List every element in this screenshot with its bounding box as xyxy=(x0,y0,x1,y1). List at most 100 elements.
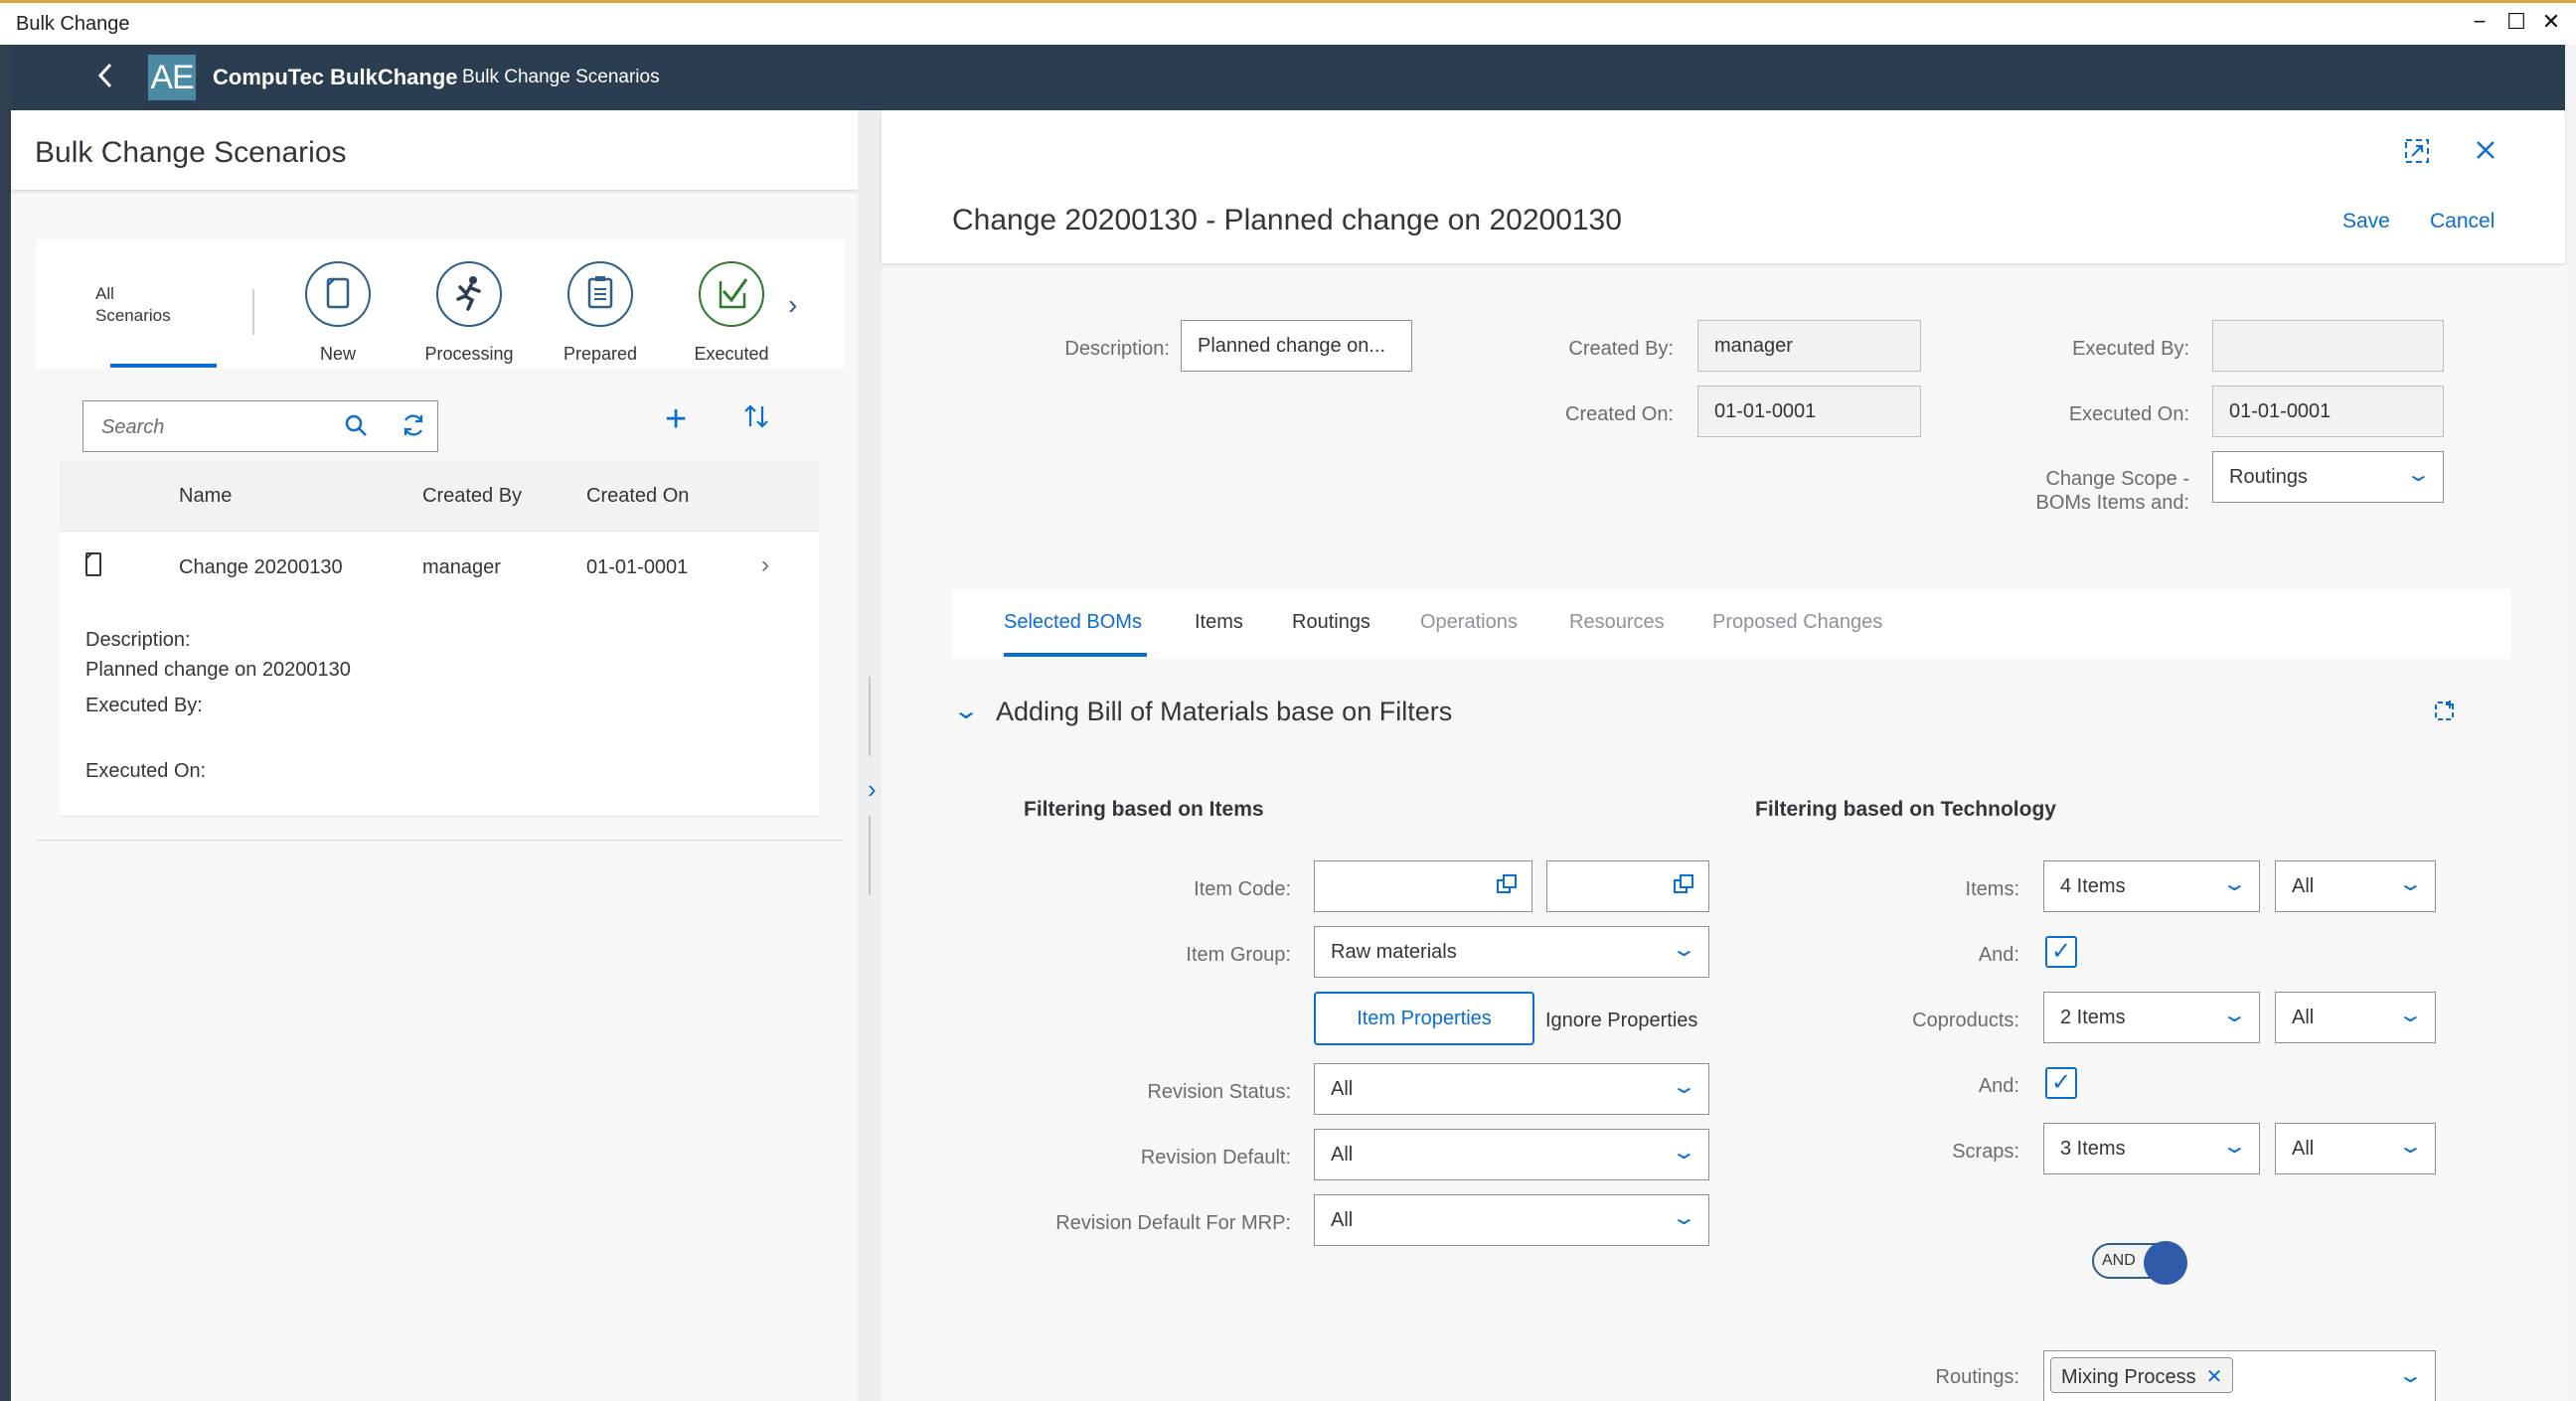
value-help-icon[interactable] xyxy=(1673,873,1694,901)
new-filter-icon[interactable] xyxy=(305,261,371,327)
tab-bar: Selected BOMs Items Routings Operations … xyxy=(952,589,2510,659)
value-help-icon[interactable] xyxy=(1496,873,1518,901)
row-executed-by-label: Executed By: xyxy=(85,695,203,716)
processing-filter-icon[interactable] xyxy=(436,261,502,327)
coproducts-mode-select[interactable]: All ⌄ xyxy=(2275,992,2436,1043)
switch-knob xyxy=(2144,1241,2187,1285)
scraps-select[interactable]: 3 Items ⌄ xyxy=(2043,1123,2260,1174)
master-title: Bulk Change Scenarios xyxy=(35,136,347,169)
routings-label: Routings: xyxy=(1935,1366,2020,1388)
revision-default-mrp-value: All xyxy=(1331,1209,1354,1231)
cancel-button[interactable]: Cancel xyxy=(2430,210,2495,234)
revision-default-mrp-label: Revision Default For MRP: xyxy=(1055,1212,1291,1234)
save-button[interactable]: Save xyxy=(2342,210,2390,234)
item-group-select[interactable]: Raw materials ⌄ xyxy=(1314,926,1709,978)
chevron-down-icon: ⌄ xyxy=(1671,1142,1698,1164)
tab-proposed-changes[interactable]: Proposed Changes xyxy=(1712,611,1882,634)
item-group-value: Raw materials xyxy=(1331,941,1457,963)
executed-on-field: 01-01-0001 xyxy=(2212,386,2444,437)
table-row[interactable]: Change 20200130 manager 01-01-0001 › Des… xyxy=(60,532,819,817)
prepared-filter-icon[interactable] xyxy=(567,261,633,327)
chevron-down-icon: ⌄ xyxy=(2221,1136,2249,1158)
split-divider[interactable]: › xyxy=(858,110,882,1401)
routings-multiselect[interactable]: Mixing Process ✕ ⌄ xyxy=(2043,1350,2436,1401)
collapse-chevron-icon[interactable]: ⌄ xyxy=(952,697,980,725)
revision-status-select[interactable]: All ⌄ xyxy=(1314,1063,1709,1115)
revision-default-mrp-select[interactable]: All ⌄ xyxy=(1314,1194,1709,1246)
description-label: Description: xyxy=(1064,338,1170,360)
add-icon[interactable]: + xyxy=(665,398,687,441)
chevron-down-icon: ⌄ xyxy=(2221,1005,2249,1026)
detail-pane: Change 20200130 - Planned change on 2020… xyxy=(882,110,2565,1401)
tech-items-mode-select[interactable]: All ⌄ xyxy=(2275,860,2436,912)
description-field[interactable]: Planned change on... xyxy=(1181,320,1412,372)
fullscreen-icon[interactable] xyxy=(2402,136,2432,174)
revision-default-label: Revision Default: xyxy=(1140,1147,1291,1168)
tech-items-select[interactable]: 4 Items ⌄ xyxy=(2043,860,2260,912)
filter-new-label: New xyxy=(319,344,356,364)
minimize-button[interactable]: − xyxy=(2465,9,2495,35)
executed-filter-icon[interactable] xyxy=(699,261,764,327)
item-code-to-input[interactable] xyxy=(1546,860,1709,912)
item-properties-button[interactable]: Item Properties xyxy=(1314,992,1534,1045)
and-checkbox-1[interactable]: ✓ xyxy=(2045,936,2077,968)
filter-all-scenarios[interactable]: All Scenarios xyxy=(95,283,171,327)
row-description-label: Description: xyxy=(85,629,191,651)
chevron-right-icon[interactable]: › xyxy=(788,289,797,321)
coproducts-value: 2 Items xyxy=(2060,1007,2126,1028)
search-icon[interactable] xyxy=(344,413,368,444)
sort-icon[interactable] xyxy=(742,402,770,437)
divider-line-bottom xyxy=(869,816,871,895)
tab-operations[interactable]: Operations xyxy=(1420,611,1518,634)
panel-title: Adding Bill of Materials base on Filters xyxy=(996,697,1453,726)
remove-token-icon[interactable]: ✕ xyxy=(2206,1366,2223,1388)
close-window-button[interactable]: ✕ xyxy=(2536,9,2566,35)
and-checkbox-2[interactable]: ✓ xyxy=(2045,1067,2077,1099)
revision-status-value: All xyxy=(1331,1078,1354,1100)
back-icon[interactable] xyxy=(95,61,115,98)
refresh-icon[interactable] xyxy=(400,411,427,446)
row-name: Change 20200130 xyxy=(179,556,343,578)
tab-routings[interactable]: Routings xyxy=(1292,611,1370,634)
change-scope-select[interactable]: Routings ⌄ xyxy=(2212,451,2444,503)
tab-resources[interactable]: Resources xyxy=(1569,611,1665,634)
detail-header: Change 20200130 - Planned change on 2020… xyxy=(882,110,2565,263)
maximize-button[interactable]: ☐ xyxy=(2501,9,2531,35)
executed-by-label: Executed By: xyxy=(2072,338,2189,360)
ignore-properties-button[interactable]: Ignore Properties xyxy=(1545,1010,1697,1032)
and-label-2: And: xyxy=(1978,1075,2019,1097)
search-placeholder: Search xyxy=(101,416,165,438)
chevron-down-icon: ⌄ xyxy=(2221,873,2249,895)
scraps-mode-value: All xyxy=(2292,1138,2315,1160)
coproducts-select[interactable]: 2 Items ⌄ xyxy=(2043,992,2260,1043)
tab-selected-boms[interactable]: Selected BOMs xyxy=(1004,611,1142,634)
routing-token-label: Mixing Process xyxy=(2061,1366,2196,1388)
row-created-on: 01-01-0001 xyxy=(586,556,689,578)
executed-on-label: Executed On: xyxy=(2068,403,2189,425)
executed-by-field xyxy=(2212,320,2444,372)
master-pane: Bulk Change Scenarios All Scenarios New … xyxy=(11,110,858,1401)
filter-processing-label: Processing xyxy=(424,344,514,364)
scraps-mode-select[interactable]: All ⌄ xyxy=(2275,1123,2436,1174)
close-icon[interactable] xyxy=(2472,136,2499,172)
filter-active-underline xyxy=(110,364,217,368)
collapse-handle-icon[interactable]: › xyxy=(868,774,877,805)
row-created-by: manager xyxy=(422,556,501,578)
tab-active-underline xyxy=(1004,653,1147,657)
shell-page-title: Bulk Change Scenarios xyxy=(462,67,660,87)
routing-token[interactable]: Mixing Process ✕ xyxy=(2050,1357,2234,1393)
and-or-switch[interactable]: AND xyxy=(2092,1241,2187,1285)
tab-items[interactable]: Items xyxy=(1195,611,1243,634)
and-label-1: And: xyxy=(1978,944,2019,966)
add-filter-icon[interactable] xyxy=(2432,697,2460,731)
master-header: Bulk Change Scenarios xyxy=(11,110,858,190)
filter-executed-label: Executed xyxy=(694,344,769,364)
chevron-down-icon: ⌄ xyxy=(2405,464,2433,486)
item-code-from-input[interactable] xyxy=(1314,860,1532,912)
coproducts-label: Coproducts: xyxy=(1912,1010,2019,1031)
search-input[interactable]: Search xyxy=(82,400,438,452)
row-description-value: Planned change on 20200130 xyxy=(85,659,351,681)
row-chevron-icon[interactable]: › xyxy=(761,551,769,579)
app-name: CompuTec BulkChange xyxy=(213,65,458,89)
revision-default-select[interactable]: All ⌄ xyxy=(1314,1129,1709,1180)
